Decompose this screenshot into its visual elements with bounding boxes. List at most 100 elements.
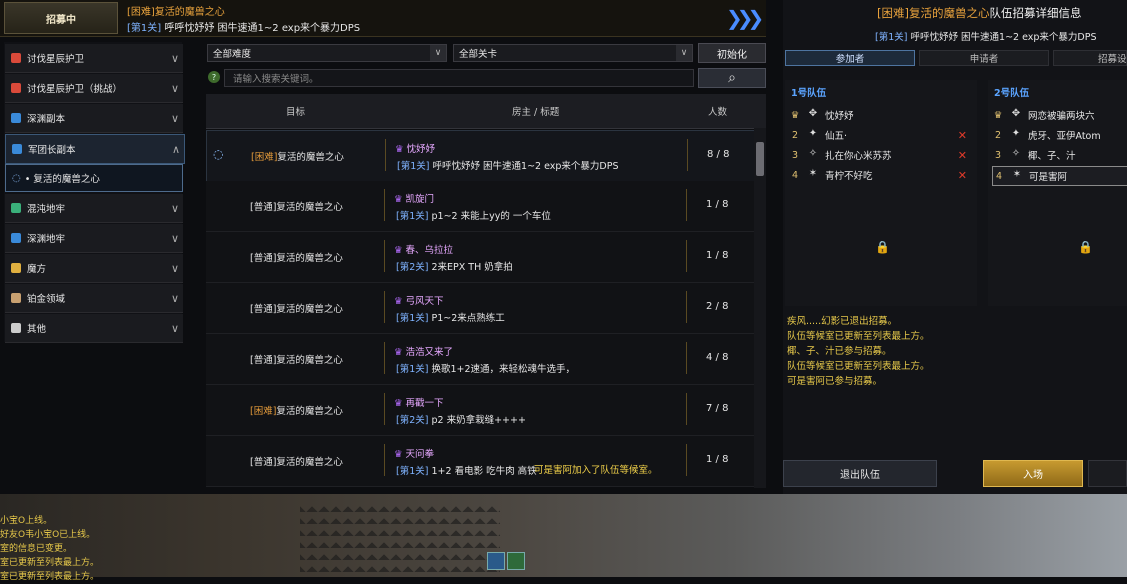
expand-arrow-icon[interactable]: ∧	[168, 143, 184, 156]
row-goal-name: 复活的魔兽之心	[276, 253, 343, 264]
sidebar-subitem-selected[interactable]: ◌ • 复活的魔兽之心	[5, 164, 183, 192]
member-name: 仙五·	[825, 131, 848, 142]
leave-party-button[interactable]: 退出队伍	[783, 460, 937, 487]
extra-button[interactable]	[1088, 460, 1127, 487]
expand-arrow-icon[interactable]: ∨	[167, 112, 183, 125]
sidebar-item[interactable]: 军团长副本 ∧	[5, 134, 185, 164]
tab-participants[interactable]: 参加者	[785, 50, 915, 66]
member-name: 青柠不好吃	[825, 171, 873, 182]
expand-arrow-icon[interactable]: ∨	[167, 82, 183, 95]
search-button[interactable]: ⌕	[698, 68, 766, 88]
skill-slot-icon[interactable]	[487, 552, 505, 570]
party-member[interactable]: 4 ✶ 青柠不好吃 ✕	[789, 166, 977, 184]
difficulty-value: 全部难度	[213, 49, 252, 60]
sidebar-item-label: 军团长副本	[28, 145, 76, 156]
row-title-text: 2来EPX TH 奶拿拍	[431, 262, 513, 273]
crown-icon: ♛	[394, 194, 403, 205]
difficulty-select[interactable]: 全部难度 ∨	[207, 44, 447, 62]
row-host-name: 浩浩又来了	[405, 347, 454, 358]
sidebar-item[interactable]: 讨伐星辰护卫（挑战） ∨	[5, 74, 183, 103]
table-row[interactable]: [普通]复活的魔兽之心 ♛ 春、乌拉拉 [第2关] 2来EPX TH 奶拿拍 1 / 8	[206, 232, 754, 283]
party-member[interactable]: 2 ✦ 仙五· ✕	[789, 126, 977, 144]
sidebar-item[interactable]: 讨伐星辰护卫 ∨	[5, 44, 183, 73]
row-stage-tag: [第1关]	[397, 161, 430, 172]
sidebar-item-label: 讨伐星辰护卫（挑战）	[27, 84, 123, 95]
column-divider	[384, 291, 385, 323]
expand-arrow-icon[interactable]: ∨	[167, 52, 183, 65]
enter-button[interactable]: 入场	[983, 460, 1083, 487]
member-name: 扎在你心米苏苏	[825, 151, 892, 162]
row-count: 1 / 8	[706, 454, 729, 465]
row-host: ♛ 春、乌拉拉	[394, 242, 453, 256]
expand-arrow-icon[interactable]: ∨	[167, 262, 183, 275]
stage-select[interactable]: 全部关卡 ∨	[453, 44, 693, 62]
member-slot: 3	[791, 149, 799, 161]
tab-applicants[interactable]: 申请者	[919, 50, 1049, 66]
table-row[interactable]: ◌ [困难]复活的魔兽之心 ♛ 忱妤妤 [第1关] 呼呼忱妤妤 困牛速通1~2 exp来…	[206, 130, 756, 182]
party-member[interactable]: 4 ✶ 可是害阿	[992, 166, 1127, 186]
table-row[interactable]: [普通]复活的魔兽之心 ♛ 天问拳 [第1关] 1+2 看电影 吃牛肉 高铁 1 / 8	[206, 436, 754, 487]
forward-chevron-icon[interactable]: ❯❯❯	[726, 6, 764, 30]
party-member[interactable]: 3 ✧ 椰、子、汁	[992, 146, 1127, 164]
row-stage-tag: [第1关]	[396, 313, 429, 324]
kick-icon[interactable]: ✕	[958, 129, 967, 142]
row-difficulty: [普通]	[250, 355, 277, 366]
row-title-text: 1+2 看电影 吃牛肉 高铁	[431, 466, 537, 477]
chat-line: 好友O韦小宝O已上线。	[0, 530, 96, 540]
member-name: 忱妤妤	[825, 111, 854, 122]
column-divider	[384, 393, 385, 425]
sidebar-item[interactable]: 魔方 ∨	[5, 254, 183, 283]
expand-arrow-icon[interactable]: ∨	[167, 292, 183, 305]
column-host-title: 房主 / 标题	[512, 107, 560, 118]
member-slot: 2	[791, 129, 799, 141]
member-slot: ♛	[790, 109, 800, 121]
kick-icon[interactable]: ✕	[958, 149, 967, 162]
category-icon	[11, 83, 21, 93]
expand-arrow-icon[interactable]: ∨	[167, 322, 183, 335]
log-line: 队伍等候室已更新至列表最上方。	[787, 331, 930, 342]
party-member[interactable]: 3 ✧ 扎在你心米苏苏 ✕	[789, 146, 977, 164]
party-member[interactable]: 2 ✦ 虎牙、亚伊Atom	[992, 126, 1127, 144]
member-slot: 3	[994, 149, 1002, 161]
skill-slot-icon[interactable]	[507, 552, 525, 570]
reset-button[interactable]: 初始化	[698, 43, 766, 63]
sidebar-item[interactable]: 深渊副本 ∨	[5, 104, 183, 133]
scrollbar-thumb[interactable]	[756, 142, 764, 176]
list-scrollbar[interactable]	[754, 128, 766, 488]
row-goal: [困难]复活的魔兽之心	[251, 149, 344, 163]
table-row[interactable]: [普通]复活的魔兽之心 ♛ 凯旋门 [第1关] p1~2 来能上yy的 一个车位 1 /…	[206, 181, 754, 232]
expand-arrow-icon[interactable]: ∨	[167, 232, 183, 245]
row-host: ♛ 忱妤妤	[395, 141, 435, 155]
class-icon: ✥	[1011, 108, 1021, 119]
sidebar-item[interactable]: 混沌地牢 ∨	[5, 194, 183, 223]
help-icon[interactable]: ?	[208, 71, 220, 83]
column-divider	[687, 139, 688, 171]
row-stage-tag: [第1关]	[396, 466, 429, 477]
chat-line: 室已更新至列表最上方。	[0, 558, 100, 568]
member-name: 可是害阿	[1029, 172, 1068, 183]
tab-recruit-settings[interactable]: 招募设	[1053, 50, 1127, 66]
search-input[interactable]: 请输入搜索关键词。	[224, 69, 694, 87]
table-row[interactable]: [困难]复活的魔兽之心 ♛ 再戳一下 [第2关] p2 来奶拿栽缝++++ 7 / 8	[206, 385, 754, 436]
row-host-name: 弓风天下	[405, 296, 444, 307]
expand-arrow-icon[interactable]: ∨	[167, 202, 183, 215]
row-host: ♛ 天问拳	[394, 446, 434, 460]
row-count: 4 / 8	[706, 352, 729, 363]
column-divider	[384, 240, 385, 272]
row-host: ♛ 浩浩又来了	[394, 344, 453, 358]
member-slot: 4	[995, 170, 1003, 182]
row-goal-name: 复活的魔兽之心	[276, 304, 343, 315]
recruit-banner[interactable]: 招募中 [困难]复活的魔兽之心 [第1关] 呼呼忱妤妤 困牛速通1~2 exp来…	[0, 0, 766, 37]
row-stage-tag: [第2关]	[396, 262, 429, 273]
column-divider	[686, 240, 687, 272]
sidebar-item[interactable]: 铂金领域 ∨	[5, 284, 183, 313]
table-row[interactable]: [普通]复活的魔兽之心 ♛ 弓风天下 [第1关] P1~2来点熟练工 2 / 8	[206, 283, 754, 334]
sidebar-item[interactable]: 其他 ∨	[5, 314, 183, 343]
column-divider	[384, 342, 385, 374]
party-member[interactable]: ♛ ✥ 网恋被骗两块六	[992, 106, 1127, 124]
party-member[interactable]: ♛ ✥ 忱妤妤	[789, 106, 977, 124]
sidebar-item[interactable]: 深渊地牢 ∨	[5, 224, 183, 253]
row-goal: [普通]复活的魔兽之心	[250, 250, 343, 264]
kick-icon[interactable]: ✕	[958, 169, 967, 182]
table-row[interactable]: [普通]复活的魔兽之心 ♛ 浩浩又来了 [第1关] 换歌1+2速通，来轻松魂牛选手， 4…	[206, 334, 754, 385]
